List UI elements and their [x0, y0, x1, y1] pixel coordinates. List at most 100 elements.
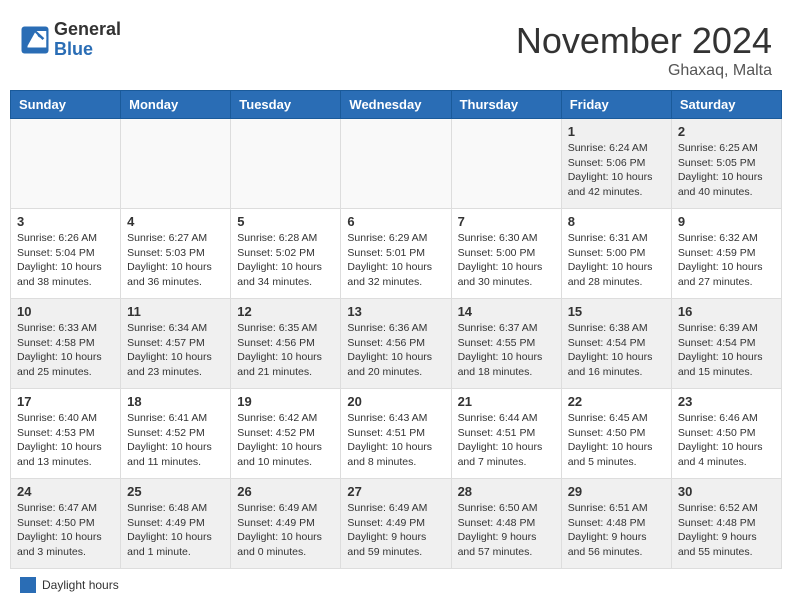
- day-number: 10: [17, 304, 114, 319]
- day-info: Sunrise: 6:48 AM Sunset: 4:49 PM Dayligh…: [127, 501, 224, 560]
- calendar-cell: 16Sunrise: 6:39 AM Sunset: 4:54 PM Dayli…: [671, 299, 781, 389]
- col-header-thursday: Thursday: [451, 91, 561, 119]
- page-header: General Blue November 2024 Ghaxaq, Malta: [10, 10, 782, 85]
- day-info: Sunrise: 6:44 AM Sunset: 4:51 PM Dayligh…: [458, 411, 555, 470]
- day-info: Sunrise: 6:25 AM Sunset: 5:05 PM Dayligh…: [678, 141, 775, 200]
- logo-icon: [20, 25, 50, 55]
- day-info: Sunrise: 6:35 AM Sunset: 4:56 PM Dayligh…: [237, 321, 334, 380]
- calendar-cell: 12 Sunrise: 6:35 AM Sunset: 4:56 PM Dayli…: [231, 299, 341, 389]
- calendar-cell: 21 Sunrise: 6:44 AM Sunset: 4:51 PM Dayli…: [451, 389, 561, 479]
- legend-box: [20, 577, 36, 593]
- day-info: Sunrise: 6:51 AM Sunset: 4:48 PM Dayligh…: [568, 501, 665, 560]
- calendar-cell: 8Sunrise: 6:31 AM Sunset: 5:00 PM Daylig…: [561, 209, 671, 299]
- day-info: Sunrise: 6:28 AM Sunset: 5:02 PM Dayligh…: [237, 231, 334, 290]
- col-header-wednesday: Wednesday: [341, 91, 451, 119]
- col-header-sunday: Sunday: [11, 91, 121, 119]
- day-info: Sunrise: 6:49 AM Sunset: 4:49 PM Dayligh…: [347, 501, 444, 560]
- calendar-cell: 13Sunrise: 6:36 AM Sunset: 4:56 PM Dayli…: [341, 299, 451, 389]
- day-info: Sunrise: 6:40 AM Sunset: 4:53 PM Dayligh…: [17, 411, 114, 470]
- day-info: Sunrise: 6:50 AM Sunset: 4:48 PM Dayligh…: [458, 501, 555, 560]
- legend-label: Daylight hours: [42, 578, 119, 592]
- logo: General Blue: [20, 20, 121, 60]
- day-info: Sunrise: 6:26 AM Sunset: 5:04 PM Dayligh…: [17, 231, 114, 290]
- month-title: November 2024: [516, 20, 772, 62]
- calendar-cell: 4Sunrise: 6:27 AM Sunset: 5:03 PM Daylig…: [121, 209, 231, 299]
- calendar-week-row: 17Sunrise: 6:40 AM Sunset: 4:53 PM Dayli…: [11, 389, 782, 479]
- day-number: 21: [458, 394, 555, 409]
- day-number: 14: [458, 304, 555, 319]
- day-number: 1: [568, 124, 665, 139]
- logo-general-text: General: [54, 20, 121, 40]
- calendar-cell: 1 Sunrise: 6:24 AM Sunset: 5:06 PM Daylig…: [561, 119, 671, 209]
- title-area: November 2024 Ghaxaq, Malta: [516, 20, 772, 80]
- day-info: Sunrise: 6:24 AM Sunset: 5:06 PM Dayligh…: [568, 141, 665, 200]
- day-number: 24: [17, 484, 114, 499]
- calendar-cell: 24 Sunrise: 6:47 AM Sunset: 4:50 PM Dayli…: [11, 479, 121, 569]
- calendar-cell: [451, 119, 561, 209]
- day-info: Sunrise: 6:49 AM Sunset: 4:49 PM Dayligh…: [237, 501, 334, 560]
- day-number: 27: [347, 484, 444, 499]
- calendar-cell: 9Sunrise: 6:32 AM Sunset: 4:59 PM Daylig…: [671, 209, 781, 299]
- day-number: 16: [678, 304, 775, 319]
- day-number: 23: [678, 394, 775, 409]
- day-number: 28: [458, 484, 555, 499]
- day-number: 8: [568, 214, 665, 229]
- day-info: Sunrise: 6:45 AM Sunset: 4:50 PM Dayligh…: [568, 411, 665, 470]
- calendar-cell: [11, 119, 121, 209]
- day-number: 6: [347, 214, 444, 229]
- day-number: 5: [237, 214, 334, 229]
- calendar-cell: 23Sunrise: 6:46 AM Sunset: 4:50 PM Dayli…: [671, 389, 781, 479]
- day-number: 22: [568, 394, 665, 409]
- day-number: 11: [127, 304, 224, 319]
- col-header-monday: Monday: [121, 91, 231, 119]
- calendar-header-row: SundayMondayTuesdayWednesdayThursdayFrid…: [11, 91, 782, 119]
- day-number: 2: [678, 124, 775, 139]
- day-info: Sunrise: 6:41 AM Sunset: 4:52 PM Dayligh…: [127, 411, 224, 470]
- day-info: Sunrise: 6:47 AM Sunset: 4:50 PM Dayligh…: [17, 501, 114, 560]
- day-number: 7: [458, 214, 555, 229]
- day-info: Sunrise: 6:29 AM Sunset: 5:01 PM Dayligh…: [347, 231, 444, 290]
- legend: Daylight hours: [10, 577, 782, 593]
- day-info: Sunrise: 6:42 AM Sunset: 4:52 PM Dayligh…: [237, 411, 334, 470]
- calendar-cell: 10Sunrise: 6:33 AM Sunset: 4:58 PM Dayli…: [11, 299, 121, 389]
- day-number: 12: [237, 304, 334, 319]
- location: Ghaxaq, Malta: [516, 62, 772, 80]
- day-number: 26: [237, 484, 334, 499]
- day-number: 25: [127, 484, 224, 499]
- col-header-saturday: Saturday: [671, 91, 781, 119]
- day-number: 18: [127, 394, 224, 409]
- calendar-cell: 3 Sunrise: 6:26 AM Sunset: 5:04 PM Daylig…: [11, 209, 121, 299]
- calendar-week-row: 1 Sunrise: 6:24 AM Sunset: 5:06 PM Daylig…: [11, 119, 782, 209]
- day-info: Sunrise: 6:32 AM Sunset: 4:59 PM Dayligh…: [678, 231, 775, 290]
- logo-blue-text: Blue: [54, 40, 121, 60]
- calendar-week-row: 24 Sunrise: 6:47 AM Sunset: 4:50 PM Dayli…: [11, 479, 782, 569]
- day-number: 3: [17, 214, 114, 229]
- day-info: Sunrise: 6:30 AM Sunset: 5:00 PM Dayligh…: [458, 231, 555, 290]
- calendar-cell: 6 Sunrise: 6:29 AM Sunset: 5:01 PM Daylig…: [341, 209, 451, 299]
- day-number: 29: [568, 484, 665, 499]
- calendar-cell: 29 Sunrise: 6:51 AM Sunset: 4:48 PM Dayli…: [561, 479, 671, 569]
- day-info: Sunrise: 6:52 AM Sunset: 4:48 PM Dayligh…: [678, 501, 775, 560]
- calendar-cell: [341, 119, 451, 209]
- calendar-cell: 17Sunrise: 6:40 AM Sunset: 4:53 PM Dayli…: [11, 389, 121, 479]
- day-number: 15: [568, 304, 665, 319]
- calendar-cell: 20Sunrise: 6:43 AM Sunset: 4:51 PM Dayli…: [341, 389, 451, 479]
- calendar-cell: 25 Sunrise: 6:48 AM Sunset: 4:49 PM Dayli…: [121, 479, 231, 569]
- calendar-cell: 19 Sunrise: 6:42 AM Sunset: 4:52 PM Dayli…: [231, 389, 341, 479]
- calendar-table: SundayMondayTuesdayWednesdayThursdayFrid…: [10, 90, 782, 569]
- calendar-cell: 18 Sunrise: 6:41 AM Sunset: 4:52 PM Dayli…: [121, 389, 231, 479]
- calendar-cell: 28 Sunrise: 6:50 AM Sunset: 4:48 PM Dayli…: [451, 479, 561, 569]
- day-info: Sunrise: 6:37 AM Sunset: 4:55 PM Dayligh…: [458, 321, 555, 380]
- calendar-cell: 27 Sunrise: 6:49 AM Sunset: 4:49 PM Dayli…: [341, 479, 451, 569]
- day-number: 13: [347, 304, 444, 319]
- day-number: 30: [678, 484, 775, 499]
- calendar-cell: 2 Sunrise: 6:25 AM Sunset: 5:05 PM Daylig…: [671, 119, 781, 209]
- day-info: Sunrise: 6:34 AM Sunset: 4:57 PM Dayligh…: [127, 321, 224, 380]
- calendar-cell: 26 Sunrise: 6:49 AM Sunset: 4:49 PM Dayli…: [231, 479, 341, 569]
- calendar-cell: 22 Sunrise: 6:45 AM Sunset: 4:50 PM Dayli…: [561, 389, 671, 479]
- calendar-cell: 5 Sunrise: 6:28 AM Sunset: 5:02 PM Daylig…: [231, 209, 341, 299]
- col-header-friday: Friday: [561, 91, 671, 119]
- day-number: 20: [347, 394, 444, 409]
- calendar-cell: 15Sunrise: 6:38 AM Sunset: 4:54 PM Dayli…: [561, 299, 671, 389]
- day-number: 19: [237, 394, 334, 409]
